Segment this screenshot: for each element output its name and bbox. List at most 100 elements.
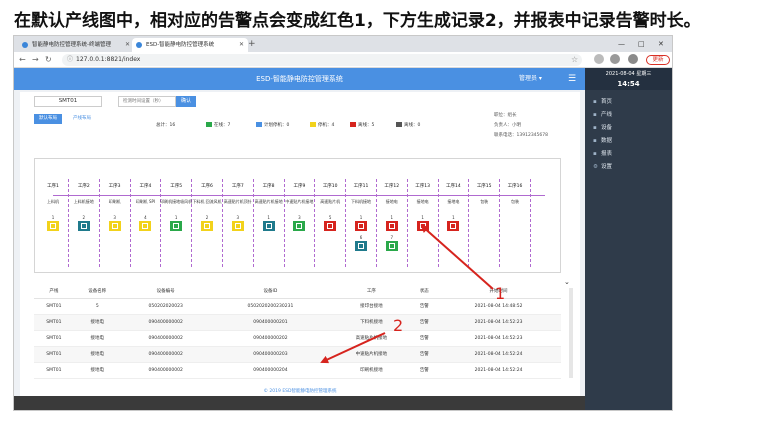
- station-1: 工序1 上料机 1: [37, 159, 69, 274]
- extension-icon[interactable]: [594, 54, 604, 64]
- close-icon[interactable]: ✕: [125, 38, 130, 52]
- device-status-icon[interactable]: [385, 241, 398, 251]
- table-cell: 090400000002: [120, 330, 211, 347]
- table-row[interactable]: SMT01 5 050202020023 0502020200230231 接印台接地告…: [34, 298, 561, 315]
- device-status-icon[interactable]: [262, 221, 275, 231]
- browser-tab-1[interactable]: 智能静电防控管理系统-终端管理 ✕: [18, 38, 134, 52]
- data-icon: ▪: [593, 138, 597, 144]
- device-status-icon[interactable]: [77, 221, 90, 231]
- station-name: 工序7: [231, 184, 244, 189]
- device-label: 上料机: [47, 199, 59, 204]
- device-icon-inner: [204, 223, 210, 229]
- app-header: ESD-智能静电防控管理系统 管理员 ▾ ☰: [14, 68, 585, 90]
- device-number: 2: [205, 215, 209, 220]
- table-row[interactable]: SMT01 接地电 090400000002 090400000203 中速贴片机接地告…: [34, 346, 561, 363]
- report-icon: ▪: [593, 151, 597, 157]
- interval-input[interactable]: [118, 96, 176, 107]
- profile-avatar[interactable]: [628, 54, 638, 64]
- update-button[interactable]: 更新: [646, 55, 670, 65]
- table-cell: SMT01: [34, 346, 74, 363]
- browser-tab-2[interactable]: ESD-智能静电防控管理系统 ✕: [132, 38, 248, 52]
- device-icon-inner: [419, 223, 426, 229]
- url-input[interactable]: ⓘ 127.0.0.1:8821/index: [62, 54, 582, 66]
- window-close-button[interactable]: ✕: [658, 38, 664, 50]
- browser-tab-2-label: ESD-智能静电防控管理系统: [146, 42, 215, 48]
- close-icon[interactable]: ✕: [239, 38, 244, 52]
- device-status-icon[interactable]: [416, 221, 429, 231]
- menu-item-report[interactable]: ▪ 报表: [585, 148, 672, 161]
- table-cell: SMT01: [34, 314, 74, 331]
- menu-item-home[interactable]: ▪ 首页: [585, 96, 672, 109]
- table-cell: 2021-08-04 14:52:24: [436, 346, 561, 363]
- column-header: 设备编号: [120, 285, 211, 299]
- device-status-icon[interactable]: [355, 221, 367, 231]
- device-status-icon[interactable]: [324, 221, 337, 231]
- confirm-button[interactable]: 确认: [176, 96, 196, 107]
- bottom-bar: [14, 396, 585, 410]
- device-label: 印刷机: [108, 199, 121, 204]
- device-label: 印刷机 SPI: [135, 199, 156, 204]
- device-status-icon[interactable]: [47, 221, 59, 231]
- station-divider: [530, 179, 531, 267]
- station-name: 工序11: [353, 184, 369, 189]
- device-icon-inner: [234, 223, 241, 229]
- table-row[interactable]: SMT01 接地电 090400000002 090400000204 印刷机接地 告警 2…: [34, 362, 561, 379]
- device-status-icon[interactable]: [201, 221, 213, 231]
- stat-abnormal-label: 离线：5: [358, 123, 375, 128]
- station-6: 工序6 下料机 回流风机 2: [191, 159, 223, 274]
- table-row[interactable]: SMT01 接地电 090400000002 090400000201 下料机接地 告警 2…: [34, 314, 561, 331]
- device-status-icon[interactable]: [355, 241, 367, 251]
- station-name: 工序14: [446, 184, 461, 189]
- station-name: 工序2: [77, 184, 90, 189]
- device-status-icon[interactable]: [231, 221, 244, 231]
- device-label: 包装: [480, 199, 489, 204]
- stat-offline-label: 离线：0: [404, 123, 421, 128]
- bookmark-star-icon[interactable]: ☆: [571, 54, 578, 66]
- device-icon-inner: [80, 223, 87, 229]
- table-cell: 0502020200230231: [210, 298, 331, 315]
- device-status-icon[interactable]: [139, 221, 152, 231]
- tab-default-layout[interactable]: 默认布局: [34, 114, 62, 124]
- browser-tab-bar: 智能静电防控管理系统-终端管理 ✕ ESD-智能静电防控管理系统 ✕ + — □…: [14, 36, 672, 52]
- maximize-button[interactable]: □: [638, 38, 645, 50]
- menu-item-device[interactable]: ▪ 设备: [585, 122, 672, 135]
- table-cell: 告警: [412, 362, 437, 379]
- station-8: 工序8 高速贴片机接地 1: [253, 159, 285, 274]
- device-label: 下料机接地: [351, 199, 371, 204]
- menu-item-settings[interactable]: ⚙ 设置: [585, 161, 672, 174]
- device-status-icon[interactable]: [385, 221, 398, 231]
- device-status-icon[interactable]: [170, 221, 183, 231]
- device-number: 1: [390, 215, 394, 220]
- side-menu: ▪ 首页 ▪ 产线 ▪ 设备 ▪ 数据 ▪ 报表 ⚙ 设置: [585, 96, 672, 174]
- table-scrollbar[interactable]: [569, 288, 573, 378]
- device-status-icon[interactable]: [293, 221, 306, 231]
- user-menu[interactable]: 管理员 ▾: [519, 68, 542, 90]
- gear-icon: ⚙: [593, 164, 598, 170]
- station-9: 工序9 中速贴片机接地 3: [283, 159, 316, 274]
- reload-icon[interactable]: ↻: [45, 54, 52, 66]
- app-area: ESD-智能静电防控管理系统 管理员 ▾ ☰ 2021-08-04 星期三 14…: [14, 68, 672, 410]
- back-arrow-icon[interactable]: ←: [19, 54, 26, 66]
- tab-line-layout[interactable]: 产线布局: [68, 114, 96, 124]
- table-row[interactable]: SMT01 接地电 090400000002 090400000202 高速贴片机接地告…: [34, 330, 561, 347]
- station-name: 工序15: [476, 184, 492, 189]
- chevron-down-icon[interactable]: ⌄: [564, 278, 570, 286]
- menu-item-data[interactable]: ▪ 数据: [585, 135, 672, 148]
- device-number: 2: [82, 215, 86, 220]
- extension-icon[interactable]: [610, 54, 620, 64]
- app-title: ESD-智能静电防控管理系统: [256, 75, 343, 83]
- new-tab-button[interactable]: +: [248, 38, 256, 50]
- hamburger-menu-icon[interactable]: ☰: [568, 68, 576, 90]
- device-status-icon[interactable]: [108, 221, 121, 231]
- clock-date: 2021-08-04 星期三: [605, 71, 652, 77]
- table-cell: 2021-08-04 14:52:23: [436, 314, 561, 331]
- device-number: 1: [174, 215, 178, 220]
- station-14: 工序14 接地电 1: [437, 159, 470, 274]
- device-status-icon[interactable]: [447, 221, 460, 231]
- station-name: 工序12: [384, 184, 400, 189]
- line-select[interactable]: SMT01: [34, 96, 102, 107]
- minimize-button[interactable]: —: [618, 38, 625, 50]
- menu-item-line[interactable]: ▪ 产线: [585, 109, 672, 122]
- legend-swatch: [310, 122, 316, 127]
- forward-arrow-icon[interactable]: →: [32, 54, 39, 66]
